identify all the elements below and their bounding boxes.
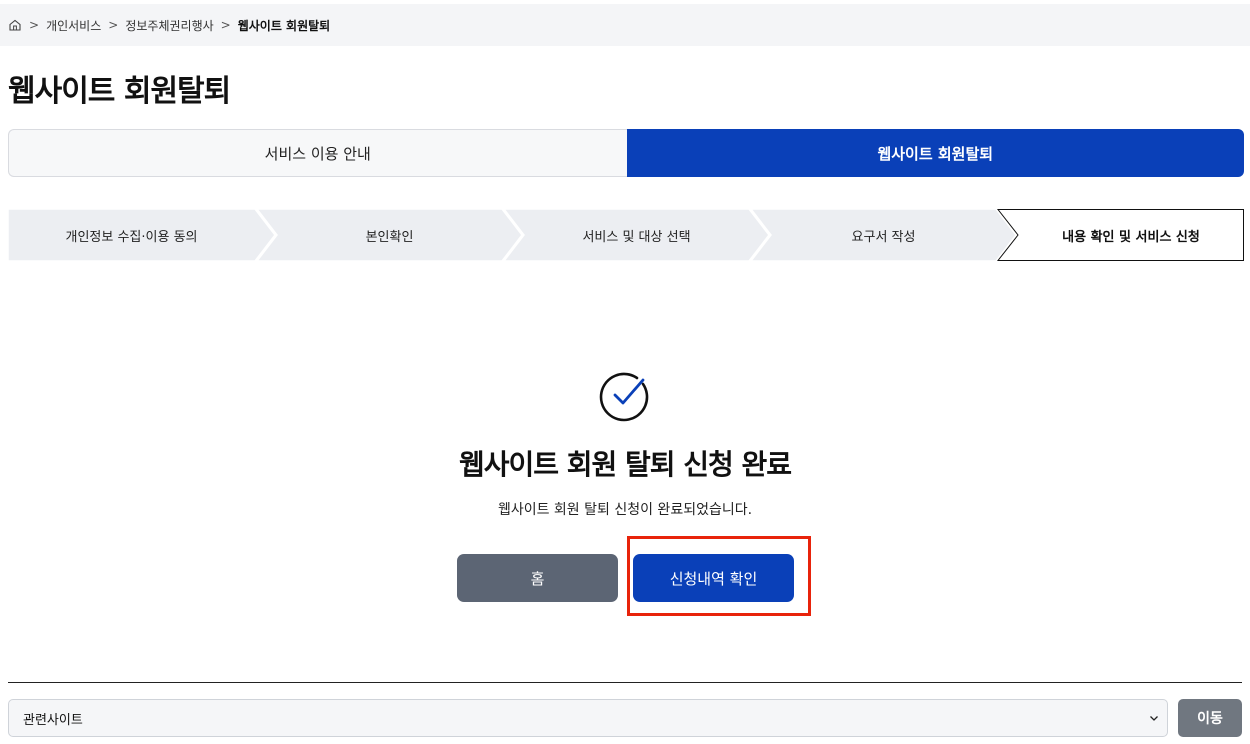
step-select-service: 서비스 및 대상 선택	[582, 229, 691, 245]
chevron-right-icon: >	[29, 18, 40, 32]
page-title: 웹사이트 회원탈퇴	[8, 74, 231, 109]
step-identity-verification: 본인확인	[365, 229, 414, 245]
chevron-right-icon: >	[220, 18, 231, 32]
related-sites-label: 관련사이트	[23, 712, 83, 728]
highlight-box	[627, 536, 811, 616]
related-sites-select[interactable]: 관련사이트	[8, 699, 1168, 737]
step-write-request: 요구서 작성	[851, 229, 916, 245]
result-description: 웹사이트 회원 탈퇴 신청이 완료되었습니다.	[497, 502, 753, 518]
breadcrumb-item-current: 웹사이트 회원탈퇴	[237, 18, 331, 33]
tab-membership-withdrawal[interactable]: 웹사이트 회원탈퇴	[626, 129, 1244, 177]
step-indicator: 개인정보 수집·이용 동의 본인확인 서비스 및 대상 선택 요구서 작성 내용…	[8, 209, 1244, 261]
result-title: 웹사이트 회원 탈퇴 신청 완료	[458, 448, 792, 481]
check-circle-icon	[599, 372, 649, 422]
divider	[8, 682, 1242, 683]
chevron-right-icon: >	[108, 18, 119, 32]
home-icon[interactable]	[8, 18, 22, 32]
tab-bar: 서비스 이용 안내 웹사이트 회원탈퇴	[8, 129, 1244, 177]
step-confirm-submit: 내용 확인 및 서비스 신청	[1062, 229, 1200, 245]
breadcrumb-item-personal-services[interactable]: 개인서비스	[46, 17, 101, 34]
breadcrumb: > 개인서비스 > 정보주체권리행사 > 웹사이트 회원탈퇴	[0, 4, 1250, 46]
chevron-down-icon	[1150, 716, 1158, 721]
go-button[interactable]: 이동	[1178, 699, 1242, 737]
step-consent: 개인정보 수집·이용 동의	[65, 229, 198, 245]
home-button[interactable]: 홈	[457, 554, 618, 602]
breadcrumb-item-rights[interactable]: 정보주체권리행사	[125, 17, 213, 34]
tab-service-guide[interactable]: 서비스 이용 안내	[8, 129, 627, 177]
